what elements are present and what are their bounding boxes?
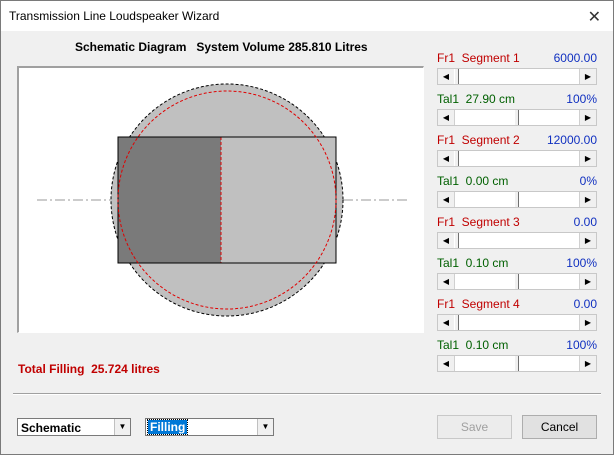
segment-3-value: 0.00 — [573, 215, 597, 229]
tal-3-slider[interactable]: ◀ ▶ — [437, 273, 597, 290]
segment-2-slider[interactable]: ◀ ▶ — [437, 150, 597, 167]
slider-thumb[interactable] — [454, 315, 459, 330]
scroll-right-icon[interactable]: ▶ — [579, 151, 596, 166]
mode-select-value: Filling — [146, 419, 189, 435]
separator — [13, 393, 601, 395]
tal-1-label: Tal1 27.90 cm — [437, 92, 516, 106]
tal-2-label: Tal1 0.00 cm — [437, 174, 509, 188]
empty-section — [221, 137, 336, 263]
schematic-canvas — [17, 66, 424, 333]
slider-thumb[interactable] — [454, 151, 459, 166]
schematic-drawing — [19, 68, 423, 332]
slider-thumb[interactable] — [454, 69, 459, 84]
scroll-left-icon[interactable]: ◀ — [438, 110, 455, 125]
close-icon[interactable]: ✕ — [588, 7, 601, 27]
scroll-left-icon[interactable]: ◀ — [438, 356, 455, 371]
filled-section — [118, 137, 221, 263]
tal-2-value: 0% — [579, 174, 597, 188]
view-select[interactable]: Schematic ▼ — [17, 418, 131, 436]
cancel-button[interactable]: Cancel — [522, 415, 597, 439]
scroll-right-icon[interactable]: ▶ — [579, 356, 596, 371]
scroll-left-icon[interactable]: ◀ — [438, 274, 455, 289]
tal-4-label: Tal1 0.10 cm — [437, 338, 509, 352]
tal-4-slider[interactable]: ◀ ▶ — [437, 355, 597, 372]
slider-thumb[interactable] — [454, 233, 459, 248]
chevron-down-icon[interactable]: ▼ — [257, 419, 273, 435]
scroll-left-icon[interactable]: ◀ — [438, 69, 455, 84]
scroll-left-icon[interactable]: ◀ — [438, 315, 455, 330]
scroll-left-icon[interactable]: ◀ — [438, 233, 455, 248]
tal-2-slider[interactable]: ◀ ▶ — [437, 191, 597, 208]
scroll-left-icon[interactable]: ◀ — [438, 192, 455, 207]
title-bar: Transmission Line Loudspeaker Wizard ✕ — [1, 1, 613, 31]
scroll-right-icon[interactable]: ▶ — [579, 192, 596, 207]
scroll-left-icon[interactable]: ◀ — [438, 151, 455, 166]
segment-4-slider[interactable]: ◀ ▶ — [437, 314, 597, 331]
slider-thumb[interactable] — [514, 110, 519, 125]
diagram-heading: Schematic Diagram System Volume 285.810 … — [75, 40, 368, 54]
tal-1-slider[interactable]: ◀ ▶ — [437, 109, 597, 126]
save-button[interactable]: Save — [437, 415, 512, 439]
tal-4-value: 100% — [566, 338, 597, 352]
tal-3-label: Tal1 0.10 cm — [437, 256, 509, 270]
scroll-right-icon[interactable]: ▶ — [579, 233, 596, 248]
tal-3-value: 100% — [566, 256, 597, 270]
tal-1-value: 100% — [566, 92, 597, 106]
scroll-right-icon[interactable]: ▶ — [579, 69, 596, 84]
slider-thumb[interactable] — [514, 274, 519, 289]
segment-4-label: Fr1 Segment 4 — [437, 297, 520, 311]
segment-1-slider[interactable]: ◀ ▶ — [437, 68, 597, 85]
mode-select[interactable]: Filling ▼ — [145, 418, 274, 436]
scroll-right-icon[interactable]: ▶ — [579, 274, 596, 289]
segment-1-value: 6000.00 — [553, 51, 597, 65]
window-title: Transmission Line Loudspeaker Wizard — [9, 9, 220, 23]
scroll-right-icon[interactable]: ▶ — [579, 315, 596, 330]
scroll-right-icon[interactable]: ▶ — [579, 110, 596, 125]
view-select-value: Schematic — [21, 421, 82, 435]
slider-thumb[interactable] — [514, 192, 519, 207]
total-filling: Total Filling 25.724 litres — [18, 362, 160, 376]
segment-2-label: Fr1 Segment 2 — [437, 133, 520, 147]
wizard-window: Transmission Line Loudspeaker Wizard ✕ S… — [0, 0, 614, 455]
slider-thumb[interactable] — [514, 356, 519, 371]
segment-4-value: 0.00 — [573, 297, 597, 311]
segment-3-slider[interactable]: ◀ ▶ — [437, 232, 597, 249]
chevron-down-icon[interactable]: ▼ — [114, 419, 130, 435]
segment-3-label: Fr1 Segment 3 — [437, 215, 520, 229]
segment-2-value: 12000.00 — [546, 133, 597, 147]
segment-1-label: Fr1 Segment 1 — [437, 51, 520, 65]
